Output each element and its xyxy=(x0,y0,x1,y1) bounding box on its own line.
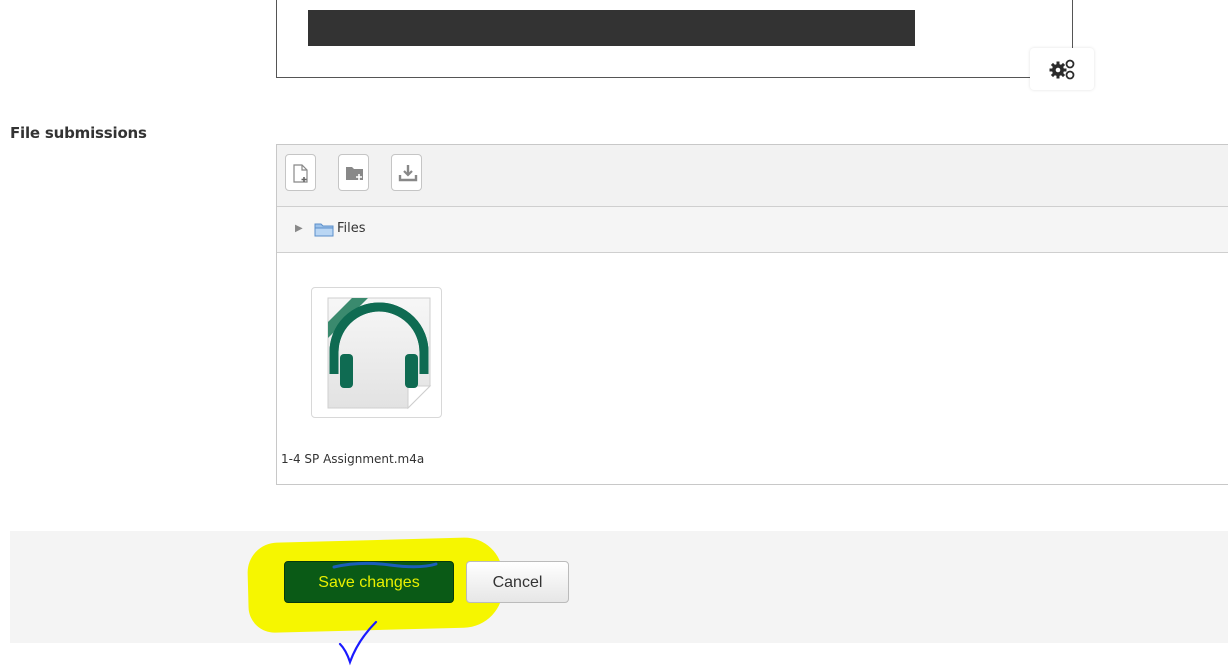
cancel-button[interactable]: Cancel xyxy=(466,561,569,603)
redacted-content-bar xyxy=(308,10,915,46)
form-actions-bar xyxy=(10,531,1228,643)
checkmark-annotation-icon xyxy=(338,620,378,670)
editor-settings-button[interactable] xyxy=(1030,48,1094,90)
file-manager-toolbar xyxy=(277,145,1228,207)
file-thumbnail[interactable] xyxy=(311,287,442,418)
add-file-button[interactable] xyxy=(285,154,316,191)
path-folder-label[interactable]: Files xyxy=(337,221,366,236)
text-editor-area[interactable] xyxy=(276,0,1073,78)
create-folder-button[interactable] xyxy=(338,154,369,191)
blue-scribble-annotation xyxy=(330,558,440,577)
expand-arrow-icon[interactable]: ▶ xyxy=(295,223,303,234)
file-manager: ▶ Files 1-4 SP Assignment.m4a xyxy=(276,144,1228,485)
file-name-label[interactable]: 1-4 SP Assignment.m4a xyxy=(281,452,424,466)
file-submissions-label: File submissions xyxy=(10,124,147,142)
folder-icon xyxy=(314,222,334,241)
download-button[interactable] xyxy=(391,154,422,191)
file-path-bar: ▶ Files xyxy=(277,207,1228,253)
